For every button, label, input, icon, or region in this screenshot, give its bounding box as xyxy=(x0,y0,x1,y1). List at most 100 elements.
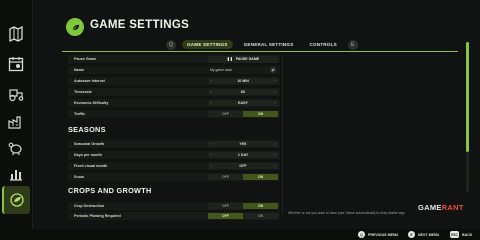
settings-leaf-icon xyxy=(66,18,84,36)
setting-label: Pause Game xyxy=(74,57,97,61)
arrow-right-icon[interactable]: › xyxy=(272,153,278,157)
arrow-right-icon[interactable]: › xyxy=(272,101,278,105)
sidebar-item-settings[interactable] xyxy=(2,186,30,214)
toggle-off[interactable]: OFF xyxy=(208,213,243,219)
calendar-icon xyxy=(8,57,24,72)
setting-label: Traffic xyxy=(74,112,86,116)
toggle-off[interactable]: OFF xyxy=(208,111,243,117)
setting-row-crop-destruction: Crop Destruction OFF ON xyxy=(68,202,280,210)
toggle-on[interactable]: ON xyxy=(243,203,278,209)
setting-row-periodic-plowing: Periodic Plowing Required OFF ON xyxy=(68,212,280,220)
arrow-right-icon[interactable]: › xyxy=(272,79,278,83)
animals-icon xyxy=(8,142,22,155)
traffic-toggle[interactable]: OFF ON xyxy=(208,111,278,117)
pause-game-label: PAUSE GAME xyxy=(235,57,260,61)
toggle-off[interactable]: OFF xyxy=(208,203,243,209)
toggle-off[interactable]: OFF xyxy=(208,174,243,180)
pause-game-button[interactable]: ❚❚ PAUSE GAME xyxy=(208,55,278,63)
setting-row-autosave: Autosave Interval ‹ 10 MIN › xyxy=(68,77,280,85)
tab-prev-button[interactable]: Q xyxy=(166,39,176,50)
back-label: BACK xyxy=(462,232,473,237)
header-divider xyxy=(62,51,458,52)
next-menu-button[interactable]: E NEXT MENU xyxy=(408,231,439,238)
selector-value: 8X xyxy=(240,90,246,94)
sidebar-item-production[interactable] xyxy=(2,108,30,136)
setting-row-snow: Snow OFF ON xyxy=(68,173,280,181)
tab-next-button[interactable]: E xyxy=(347,39,358,50)
pause-icon: ❚❚ xyxy=(226,57,233,61)
tab-next-key: E xyxy=(351,41,355,48)
selector-value: 1 DAY xyxy=(237,153,249,157)
timescale-selector[interactable]: ‹ 8X › xyxy=(208,89,278,95)
sidebar-item-statistics[interactable] xyxy=(2,160,30,188)
periodic-plowing-toggle[interactable]: OFF ON xyxy=(208,213,278,219)
back-button[interactable]: ESC BACK xyxy=(450,231,472,238)
settings-icon xyxy=(10,193,24,207)
edit-name-button[interactable] xyxy=(270,67,276,73)
section-title-seasons: SEASONS xyxy=(68,125,106,134)
toggle-on[interactable]: ON xyxy=(243,174,278,180)
setting-row-timescale: Timescale ‹ 8X › xyxy=(68,88,280,96)
gamerant-watermark: GAMERANT xyxy=(418,203,464,212)
fixed-visual-month-selector[interactable]: ‹ OFF › xyxy=(208,163,278,169)
selector-value: YES xyxy=(239,142,247,146)
setting-label: Seasonal Growth xyxy=(74,142,105,146)
setting-label: Autosave Interval xyxy=(74,79,105,83)
toggle-on[interactable]: ON xyxy=(243,111,278,117)
economic-difficulty-selector[interactable]: ‹ EASY › xyxy=(208,100,278,106)
arrow-right-icon[interactable]: › xyxy=(272,164,278,168)
page-title: GAME SETTINGS xyxy=(90,19,190,31)
key-q-icon: Q xyxy=(358,231,365,238)
scrollbar-thumb[interactable] xyxy=(466,42,469,152)
toggle-on[interactable]: ON xyxy=(243,213,278,219)
help-text: Whether or not you want to have your Gam… xyxy=(288,211,405,215)
selector-value: OFF xyxy=(239,164,247,168)
setting-row-economic-difficulty: Economic Difficulty ‹ EASY › xyxy=(68,99,280,107)
panel-divider xyxy=(282,54,283,214)
production-icon xyxy=(8,116,21,129)
tab-game-settings[interactable]: GAME SETTINGS xyxy=(182,40,233,49)
key-esc-icon: ESC xyxy=(450,231,459,238)
section-title-crops: CROPS AND GROWTH xyxy=(68,186,152,195)
watermark-part1: GAME xyxy=(418,203,442,212)
pencil-icon xyxy=(271,68,275,72)
sidebar-item-animals[interactable] xyxy=(2,134,30,162)
sidebar-item-vehicles[interactable] xyxy=(2,80,30,108)
scrollbar[interactable] xyxy=(466,42,469,192)
sidebar-item-calendar[interactable] xyxy=(2,50,30,78)
autosave-selector[interactable]: ‹ 10 MIN › xyxy=(208,78,278,84)
settings-list: Pause Game ❚❚ PAUSE GAME Name My game sa… xyxy=(62,54,280,240)
snow-toggle[interactable]: OFF ON xyxy=(208,174,278,180)
setting-row-seasonal-growth: Seasonal Growth ‹ YES › xyxy=(68,140,280,148)
setting-label: Crop Destruction xyxy=(74,204,105,208)
previous-menu-label: PREVIOUS MENU xyxy=(368,232,399,237)
help-panel: Whether or not you want to have your Gam… xyxy=(284,54,458,218)
arrow-right-icon[interactable]: › xyxy=(272,142,278,146)
tab-prev-key: Q xyxy=(169,41,173,48)
seasonal-growth-selector[interactable]: ‹ YES › xyxy=(208,141,278,147)
footer-bar: Q PREVIOUS MENU E NEXT MENU ESC BACK xyxy=(0,229,480,240)
setting-label: Snow xyxy=(74,175,84,179)
tab-general-settings[interactable]: GENERAL SETTINGS xyxy=(239,40,299,49)
statistics-icon xyxy=(10,170,22,181)
sidebar xyxy=(0,0,33,240)
tab-bar: Q GAME SETTINGS GENERAL SETTINGS CONTROL… xyxy=(166,39,358,50)
watermark-part2: RANT xyxy=(441,203,464,212)
sidebar-item-map[interactable] xyxy=(2,20,30,48)
arrow-right-icon[interactable]: › xyxy=(272,90,278,94)
days-per-month-selector[interactable]: ‹ 1 DAY › xyxy=(208,152,278,158)
setting-label: Days per month xyxy=(74,153,102,157)
selector-value: EASY xyxy=(238,101,248,105)
tab-controls[interactable]: CONTROLS xyxy=(304,40,341,49)
setting-label: Economic Difficulty xyxy=(74,101,109,105)
savegame-name-field[interactable]: My game save xyxy=(210,68,232,72)
setting-label: Periodic Plowing Required xyxy=(74,214,121,218)
setting-label: Name xyxy=(74,68,85,72)
tractor-icon xyxy=(9,89,24,102)
next-menu-label: NEXT MENU xyxy=(418,232,440,237)
setting-label: Timescale xyxy=(74,90,92,94)
setting-row-pause-game: Pause Game ❚❚ PAUSE GAME xyxy=(68,55,280,63)
setting-row-name: Name My game save xyxy=(68,66,280,74)
previous-menu-button[interactable]: Q PREVIOUS MENU xyxy=(358,231,398,238)
crop-destruction-toggle[interactable]: OFF ON xyxy=(208,203,278,209)
